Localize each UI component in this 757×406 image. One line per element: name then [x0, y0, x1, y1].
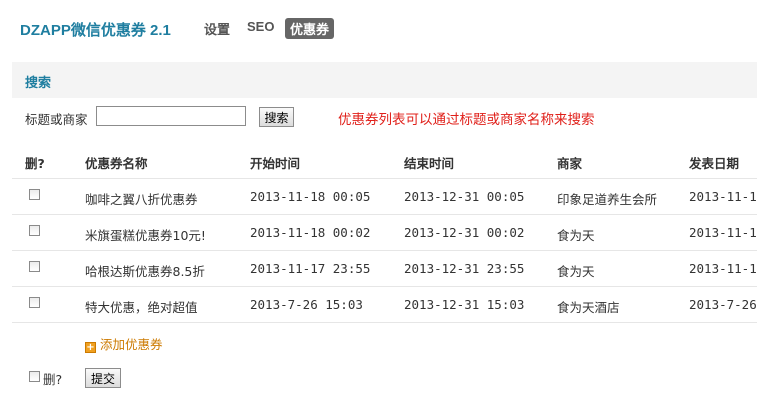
- bulk-delete-label: 删?: [43, 372, 63, 387]
- start-time: 2013-11-18 00:02: [250, 225, 371, 240]
- row-divider: [12, 322, 757, 323]
- coupon-name[interactable]: 咖啡之翼八折优惠券: [85, 189, 198, 208]
- search-input[interactable]: [96, 106, 246, 126]
- add-coupon-link[interactable]: + 添加优惠券: [85, 334, 163, 353]
- merchant: 食为天: [557, 264, 595, 279]
- end-time: 2013-12-31 00:02: [404, 225, 525, 240]
- add-icon: +: [85, 342, 96, 353]
- end-time: 2013-12-31 15:03: [404, 297, 525, 312]
- row-delete-checkbox[interactable]: [29, 225, 40, 236]
- row-delete-checkbox[interactable]: [29, 189, 40, 200]
- row-delete-checkbox[interactable]: [29, 261, 40, 272]
- col-header-published: 发表日期: [689, 156, 740, 171]
- header: DZAPP微信优惠券 2.1 设置 SEO 优惠券: [0, 0, 757, 62]
- published-date: 2013-11-17: [689, 261, 757, 276]
- section-title: 搜索: [25, 76, 52, 91]
- search-label: 标题或商家: [25, 112, 88, 127]
- merchant: 食为天: [557, 228, 595, 243]
- col-header-merchant: 商家: [557, 156, 583, 171]
- bulk-delete-checkbox[interactable]: [29, 371, 40, 382]
- table-row: 特大优惠，绝对超值 2013-7-26 15:03 2013-12-31 15:…: [0, 287, 757, 323]
- table-row: 哈根达斯优惠券8.5折 2013-11-17 23:55 2013-12-31 …: [0, 251, 757, 287]
- col-header-delete: 删?: [25, 156, 45, 171]
- published-date: 2013-11-18: [689, 225, 757, 240]
- published-date: 2013-7-26: [689, 297, 757, 312]
- nav-seo[interactable]: SEO: [247, 19, 274, 34]
- row-delete-checkbox[interactable]: [29, 297, 40, 308]
- add-coupon-label: 添加优惠券: [100, 337, 163, 352]
- coupon-name[interactable]: 特大优惠，绝对超值: [85, 297, 198, 316]
- table-row: 米旗蛋糕优惠券10元! 2013-11-18 00:02 2013-12-31 …: [0, 215, 757, 251]
- merchant: 印象足道养生会所: [557, 192, 658, 207]
- end-time: 2013-12-31 00:05: [404, 189, 525, 204]
- search-hint: 优惠券列表可以通过标题或商家名称来搜索: [338, 112, 595, 128]
- app-title: DZAPP微信优惠券 2.1: [20, 22, 171, 39]
- table-row: 咖啡之翼八折优惠券 2013-11-18 00:05 2013-12-31 00…: [0, 179, 757, 215]
- col-header-end: 结束时间: [404, 156, 455, 171]
- end-time: 2013-12-31 23:55: [404, 261, 525, 276]
- search-section-bar: 搜索: [12, 62, 757, 98]
- start-time: 2013-11-18 00:05: [250, 189, 371, 204]
- coupon-name[interactable]: 米旗蛋糕优惠券10元!: [85, 225, 206, 244]
- submit-button[interactable]: 提交: [85, 368, 121, 388]
- coupon-name[interactable]: 哈根达斯优惠券8.5折: [85, 261, 205, 280]
- nav-coupons[interactable]: 优惠券: [285, 18, 335, 39]
- start-time: 2013-11-17 23:55: [250, 261, 371, 276]
- nav-settings[interactable]: 设置: [204, 19, 230, 38]
- search-button[interactable]: 搜索: [259, 107, 294, 127]
- col-header-start: 开始时间: [250, 156, 301, 171]
- col-header-name: 优惠券名称: [85, 156, 148, 171]
- merchant: 食为天酒店: [557, 300, 620, 315]
- published-date: 2013-11-18: [689, 189, 757, 204]
- start-time: 2013-7-26 15:03: [250, 297, 363, 312]
